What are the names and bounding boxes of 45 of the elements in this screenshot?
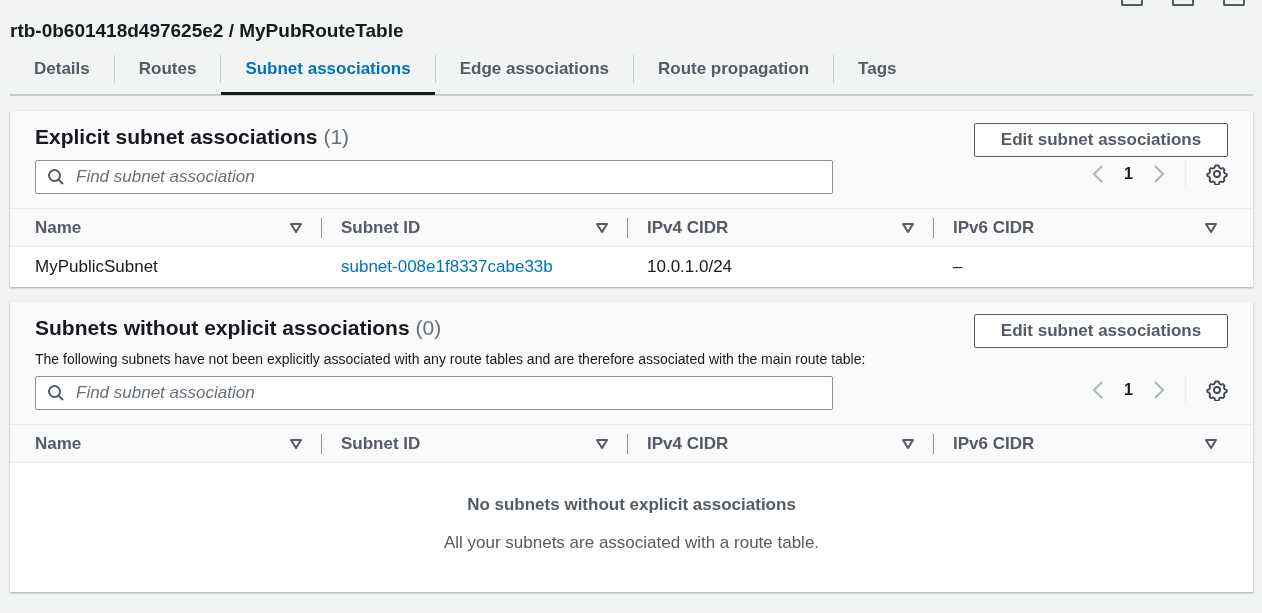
sort-icon[interactable] bbox=[901, 437, 915, 450]
window-icon[interactable] bbox=[1223, 0, 1245, 6]
empty-state-message: All your subnets are associated with a route table. bbox=[442, 533, 821, 553]
edit-button[interactable]: Edit subnet associations bbox=[974, 123, 1228, 157]
sort-icon[interactable] bbox=[595, 437, 609, 450]
section-description: The following subnets have not been explicitly associated with any route tables and are therefore associated with the main route table: bbox=[35, 350, 866, 368]
column-header[interactable]: IPv6 CIDR bbox=[953, 433, 1204, 454]
tab[interactable]: Subnet associations bbox=[221, 45, 435, 95]
tab[interactable]: Tags bbox=[834, 45, 921, 95]
subnet-link[interactable]: subnet-008e1f8337cabe33b bbox=[341, 257, 553, 276]
window-icon[interactable] bbox=[1121, 0, 1143, 6]
tab[interactable]: Details bbox=[10, 45, 114, 95]
sort-icon[interactable] bbox=[901, 221, 915, 234]
sort-icon[interactable] bbox=[1204, 437, 1218, 450]
section-title: Explicit subnet associations bbox=[35, 125, 318, 149]
item-count: (1) bbox=[323, 125, 350, 149]
sort-icon[interactable] bbox=[289, 437, 303, 450]
page-title: rtb-0b601418d497625e2 / MyPubRouteTable bbox=[10, 20, 405, 43]
edit-button[interactable]: Edit subnet associations bbox=[974, 314, 1228, 348]
tab[interactable]: Routes bbox=[114, 45, 221, 95]
window-icon[interactable] bbox=[1172, 0, 1194, 6]
page-number[interactable]: 1 bbox=[1124, 381, 1133, 399]
empty-state-title: No subnets without explicit associations bbox=[466, 495, 797, 515]
sort-icon[interactable] bbox=[289, 221, 303, 234]
column-header[interactable]: Name bbox=[35, 433, 289, 454]
table-cell: 10.0.1.0/24 bbox=[647, 257, 733, 276]
search-field[interactable]: Find subnet association bbox=[35, 160, 833, 194]
settings-icon[interactable] bbox=[1206, 379, 1228, 401]
page-number[interactable]: 1 bbox=[1124, 165, 1133, 183]
column-header[interactable]: Subnet ID bbox=[341, 217, 595, 238]
tab[interactable]: Edge associations bbox=[435, 45, 633, 95]
tab[interactable]: Route propagation bbox=[634, 45, 834, 95]
item-count: (0) bbox=[415, 316, 442, 340]
settings-icon[interactable] bbox=[1206, 163, 1228, 185]
column-header[interactable]: Subnet ID bbox=[341, 433, 595, 454]
table-cell: MyPublicSubnet bbox=[35, 257, 158, 276]
column-header[interactable]: IPv6 CIDR bbox=[953, 217, 1204, 238]
section-title: Subnets without explicit associations bbox=[35, 316, 410, 340]
sort-icon[interactable] bbox=[595, 221, 609, 234]
table-cell: – bbox=[953, 257, 963, 276]
search-field[interactable]: Find subnet association bbox=[35, 376, 833, 410]
column-header[interactable]: IPv4 CIDR bbox=[647, 433, 901, 454]
column-header[interactable]: Name bbox=[35, 217, 289, 238]
column-header[interactable]: IPv4 CIDR bbox=[647, 217, 901, 238]
sort-icon[interactable] bbox=[1204, 221, 1218, 234]
